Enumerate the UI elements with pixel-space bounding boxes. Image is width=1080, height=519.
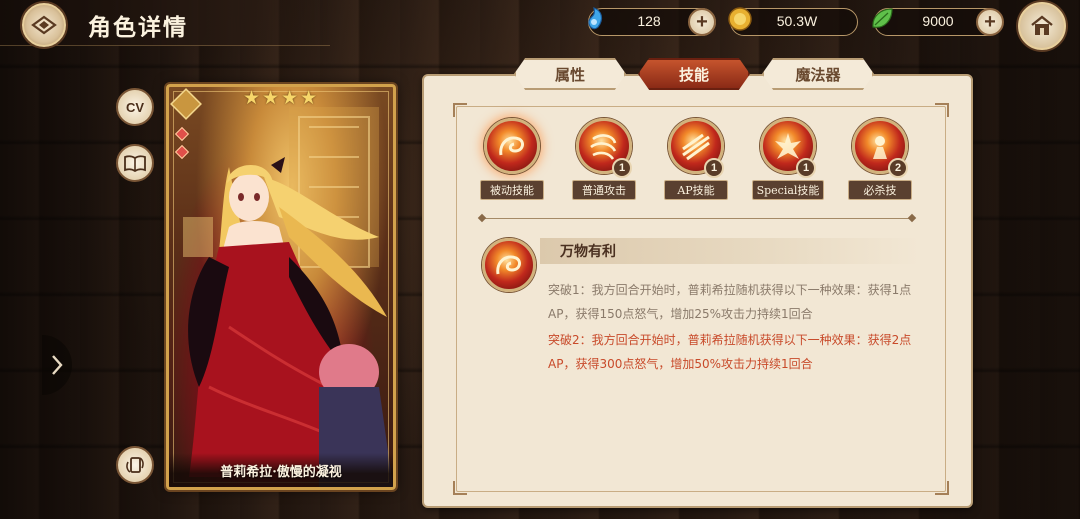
skill-label: 被动技能: [480, 180, 544, 200]
character-name: 普莉希拉·傲慢的凝视: [220, 464, 342, 480]
skill-label: Special技能: [751, 180, 825, 200]
skill-level-badge: 2: [888, 158, 908, 178]
card-name-box: 普莉希拉·傲慢的凝视: [169, 453, 393, 487]
skill-breakthrough-2: 突破2：我方回合开始时，普莉希拉随机获得以下一种效果：获得2点AP，获得300点…: [548, 333, 912, 371]
tab-skills[interactable]: 技能: [638, 58, 750, 90]
corner-ornament: [453, 103, 467, 117]
skill-level-badge: 1: [612, 158, 632, 178]
skill-ultimate[interactable]: 2 必杀技: [844, 118, 916, 200]
tab-bar: 属性 技能 魔法器: [514, 58, 874, 90]
home-button[interactable]: [1018, 2, 1066, 50]
back-diamond-icon: [31, 15, 57, 35]
book-icon: [124, 155, 146, 172]
character-card[interactable]: ★ ★ ★ ★ 普莉希拉·傲慢的凝视: [166, 84, 396, 490]
page-title: 角色详情: [88, 14, 188, 41]
star-icon: ★: [262, 87, 280, 109]
red-gem-icon: [174, 126, 190, 142]
skill-title-bar: 万物有利: [540, 238, 920, 264]
resource-green-leaf-value: 9000: [922, 13, 954, 29]
rotate-card-button[interactable]: [116, 446, 154, 484]
red-gem-icon: [174, 144, 190, 160]
add-green-leaf-button[interactable]: +: [976, 8, 1004, 36]
skill-special[interactable]: 1 Special技能: [751, 118, 825, 200]
back-button[interactable]: [22, 3, 66, 47]
blue-gem-icon: [588, 7, 603, 30]
star-rating: ★ ★ ★ ★: [243, 89, 317, 108]
story-button[interactable]: [116, 144, 154, 182]
resource-blue-gem-value: 128: [637, 13, 661, 29]
star-icon: ★: [300, 87, 318, 109]
tab-attributes[interactable]: 属性: [514, 58, 626, 90]
skill-label: AP技能: [664, 180, 728, 200]
home-icon: [1031, 15, 1053, 35]
skill-level-badge: 1: [796, 158, 816, 178]
corner-ornament: [935, 103, 949, 117]
corner-ornament: [935, 481, 949, 495]
section-divider: [482, 218, 912, 219]
cv-button[interactable]: CV: [116, 88, 154, 126]
skill-level-badge: 1: [704, 158, 724, 178]
corner-ornament: [453, 481, 467, 495]
skill-label: 普通攻击: [572, 180, 636, 200]
skill-normal-attack[interactable]: 1 普通攻击: [568, 118, 640, 200]
skill-ap[interactable]: 1 AP技能: [660, 118, 732, 200]
skill-list: 被动技能 1 普通攻击 1 AP技能 1 Special技能 2 必杀技: [476, 118, 916, 200]
card-gems: [174, 126, 190, 160]
tab-magic-items[interactable]: 魔法器: [762, 58, 874, 90]
skill-title: 万物有利: [560, 244, 616, 260]
skill-passive[interactable]: 被动技能: [476, 118, 548, 200]
selected-skill-icon: [482, 238, 536, 292]
prev-character-arrow[interactable]: [42, 335, 72, 395]
skill-label: 必杀技: [848, 180, 912, 200]
skill-breakthrough-1: 突破1：我方回合开始时，普莉希拉随机获得以下一种效果：获得1点AP，获得150点…: [548, 283, 912, 321]
cv-label: CV: [125, 99, 145, 115]
gold-coin-icon: [728, 7, 752, 31]
add-blue-gem-button[interactable]: +: [688, 8, 716, 36]
star-icon: ★: [281, 87, 299, 109]
rotate-icon: [126, 457, 144, 473]
star-icon: ★: [243, 87, 261, 109]
green-leaf-icon: [872, 8, 893, 28]
passive-skill-icon: [484, 118, 540, 174]
chevron-right-icon: [52, 355, 63, 375]
resource-gold-coin-value: 50.3W: [776, 13, 818, 29]
card-frame: [173, 91, 389, 483]
